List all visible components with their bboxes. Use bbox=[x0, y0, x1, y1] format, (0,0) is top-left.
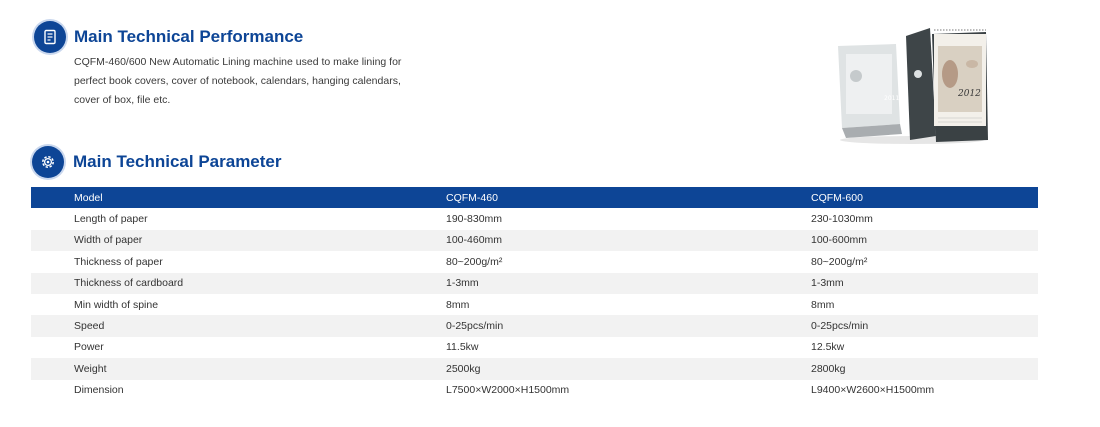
row-label: Width of paper bbox=[31, 229, 446, 252]
table-row: Thickness of cardboard 1-3mm 1-3mm bbox=[31, 272, 1038, 294]
product-image: 2011 2012 bbox=[838, 28, 988, 144]
cell-value: 100-600mm bbox=[811, 229, 1038, 252]
row-label: Dimension bbox=[31, 379, 446, 401]
cell-value: 8mm bbox=[811, 293, 1038, 316]
cell-value: 8mm bbox=[446, 293, 811, 316]
cell-value: 80~200g/m² bbox=[811, 251, 1038, 273]
cell-value: 80~200g/m² bbox=[446, 251, 811, 273]
description-line: CQFM-460/600 New Automatic Lining machin… bbox=[74, 56, 402, 68]
row-label: Weight bbox=[31, 358, 446, 380]
cell-value: L7500×W2000×H1500mm bbox=[446, 379, 811, 401]
cell-value: 1-3mm bbox=[446, 272, 811, 294]
description-line: cover of box, file etc. bbox=[74, 94, 171, 106]
cell-value: 0-25pcs/min bbox=[446, 315, 811, 337]
performance-title: Main Technical Performance bbox=[74, 27, 304, 46]
cell-value: 230-1030mm bbox=[811, 208, 1038, 230]
row-label: Thickness of cardboard bbox=[31, 272, 446, 294]
row-label: Length of paper bbox=[31, 208, 446, 230]
cell-value: 11.5kw bbox=[446, 336, 811, 359]
row-label: Min width of spine bbox=[31, 293, 446, 316]
calendar-year-right: 2012 bbox=[957, 89, 981, 99]
column-header-cqfm-600: CQFM-600 bbox=[811, 191, 863, 204]
table-header-row: Model CQFM-460 CQFM-600 bbox=[31, 187, 1038, 209]
cell-value: 190-830mm bbox=[446, 208, 811, 230]
gear-icon bbox=[32, 146, 64, 178]
table-row: Power 11.5kw 12.5kw bbox=[31, 336, 1038, 359]
row-label: Power bbox=[31, 336, 446, 359]
table-row: Length of paper 190-830mm 230-1030mm bbox=[31, 208, 1038, 230]
table-row: Dimension L7500×W2000×H1500mm L9400×W260… bbox=[31, 379, 1038, 401]
row-label: Thickness of paper bbox=[31, 251, 446, 273]
performance-description: CQFM-460/600 New Automatic Lining machin… bbox=[74, 53, 424, 110]
parameter-title: Main Technical Parameter bbox=[73, 152, 282, 171]
column-header-model: Model bbox=[74, 191, 103, 204]
cell-value: 1-3mm bbox=[811, 272, 1038, 294]
table-row: Min width of spine 8mm 8mm bbox=[31, 293, 1038, 316]
table-row: Speed 0-25pcs/min 0-25pcs/min bbox=[31, 315, 1038, 337]
table-row: Weight 2500kg 2800kg bbox=[31, 358, 1038, 380]
document-icon bbox=[34, 21, 66, 53]
cell-value: L9400×W2600×H1500mm bbox=[811, 379, 1038, 401]
cell-value: 2800kg bbox=[811, 358, 1038, 380]
row-label: Speed bbox=[31, 315, 446, 337]
column-header-cqfm-460: CQFM-460 bbox=[446, 191, 498, 204]
parameter-table: Model CQFM-460 CQFM-600 Length of paper … bbox=[31, 187, 1038, 401]
table-row: Width of paper 100-460mm 100-600mm bbox=[31, 229, 1038, 252]
cell-value: 100-460mm bbox=[446, 229, 811, 252]
cell-value: 0-25pcs/min bbox=[811, 315, 1038, 337]
calendar-year-left: 2011 bbox=[884, 95, 899, 102]
table-row: Thickness of paper 80~200g/m² 80~200g/m² bbox=[31, 251, 1038, 273]
cell-value: 2500kg bbox=[446, 358, 811, 380]
description-line: perfect book covers, cover of notebook, … bbox=[74, 75, 401, 87]
cell-value: 12.5kw bbox=[811, 336, 1038, 359]
